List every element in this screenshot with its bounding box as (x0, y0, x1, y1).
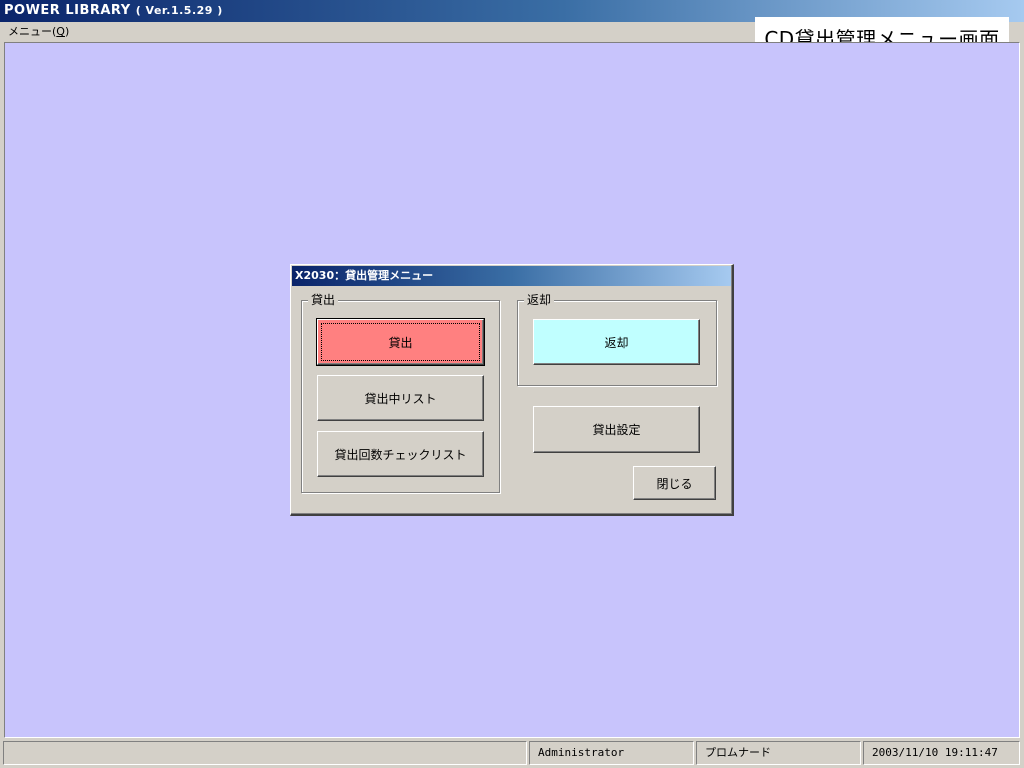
lend-settings-button-label: 貸出設定 (592, 423, 641, 437)
lend-count-checklist-button-label: 貸出回数チェックリスト (334, 447, 467, 462)
status-panel-datetime: 2003/11/10 19:11:47 (863, 741, 1020, 765)
app-title: POWER LIBRARY (4, 3, 131, 18)
status-panel-message (3, 741, 527, 765)
lend-button-label: 貸出 (388, 335, 413, 350)
app-version: ( Ver.1.5.29 ) (135, 4, 223, 17)
status-panel-location: プロムナード (696, 741, 861, 765)
status-panel-user: Administrator (529, 741, 694, 765)
close-button-label: 閉じる (656, 476, 693, 491)
lend-management-dialog: X2030：貸出管理メニュー 貸出 貸出 貸出中リスト 貸出回数チェックリスト … (290, 264, 734, 516)
return-button[interactable]: 返却 (533, 319, 700, 365)
status-bar: Administrator プロムナード 2003/11/10 19:11:47 (0, 738, 1024, 768)
lending-list-button-label: 貸出中リスト (364, 391, 437, 406)
dialog-title: X2030：貸出管理メニュー (292, 266, 731, 286)
lend-count-checklist-button[interactable]: 貸出回数チェックリスト (317, 431, 484, 477)
return-button-label: 返却 (604, 335, 629, 350)
lend-settings-button[interactable]: 貸出設定 (533, 406, 700, 453)
lend-button[interactable]: 貸出 (316, 318, 485, 366)
close-button[interactable]: 閉じる (633, 466, 716, 500)
return-group-legend: 返却 (524, 293, 555, 307)
menu-item-menu[interactable]: メニュー(Q) (8, 25, 69, 38)
lending-list-button[interactable]: 貸出中リスト (317, 375, 484, 421)
lend-group-legend: 貸出 (308, 293, 339, 307)
